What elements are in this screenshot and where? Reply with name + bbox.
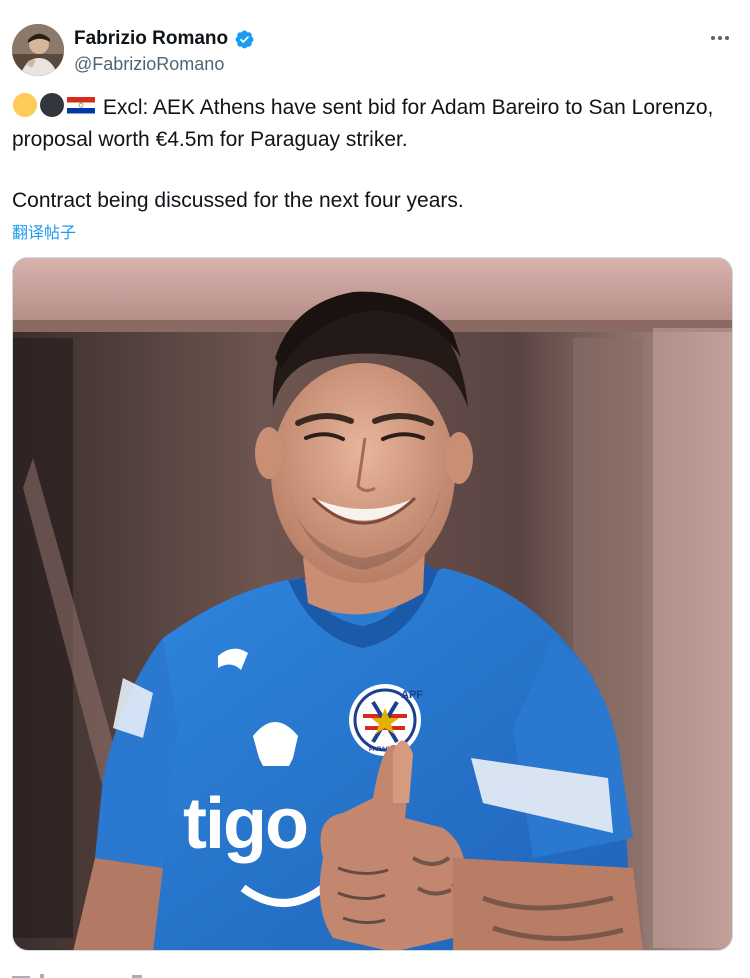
translate-post-link[interactable]: 翻译帖子 [12,219,76,243]
tweet-card: Fabrizio Romano @FabrizioRomano Excl: AE… [0,0,750,978]
tweet-body: Excl: AEK Athens have sent bid for Adam … [12,92,732,217]
tweet-paragraph-2: Contract being discussed for the next fo… [12,189,464,212]
paraguay-flag-icon [67,97,95,114]
player-photo: APF PARAGUAY tigo [13,258,732,950]
author-display-name[interactable]: Fabrizio Romano [74,28,228,50]
apf-badge-text: APF [401,689,423,701]
name-row: Fabrizio Romano [74,26,255,52]
tweet-paragraph-1: Excl: AEK Athens have sent bid for Adam … [12,92,732,156]
verified-badge-icon[interactable] [234,29,255,50]
author-block: Fabrizio Romano @FabrizioRomano [74,26,255,75]
tweet-photo[interactable]: APF PARAGUAY tigo [12,257,733,951]
avatar-image [12,24,64,76]
tweet-paragraph-1-text: Excl: AEK Athens have sent bid for Adam … [12,96,714,151]
author-handle[interactable]: @FabrizioRomano [74,54,255,75]
author-avatar[interactable] [12,24,64,76]
black-circle-emoji-icon [40,93,64,117]
more-horizontal-icon[interactable] [708,26,732,50]
yellow-circle-emoji-icon [13,93,37,117]
cropped-footer-icons [12,974,142,978]
sponsor-logo-text: tigo [183,784,307,864]
